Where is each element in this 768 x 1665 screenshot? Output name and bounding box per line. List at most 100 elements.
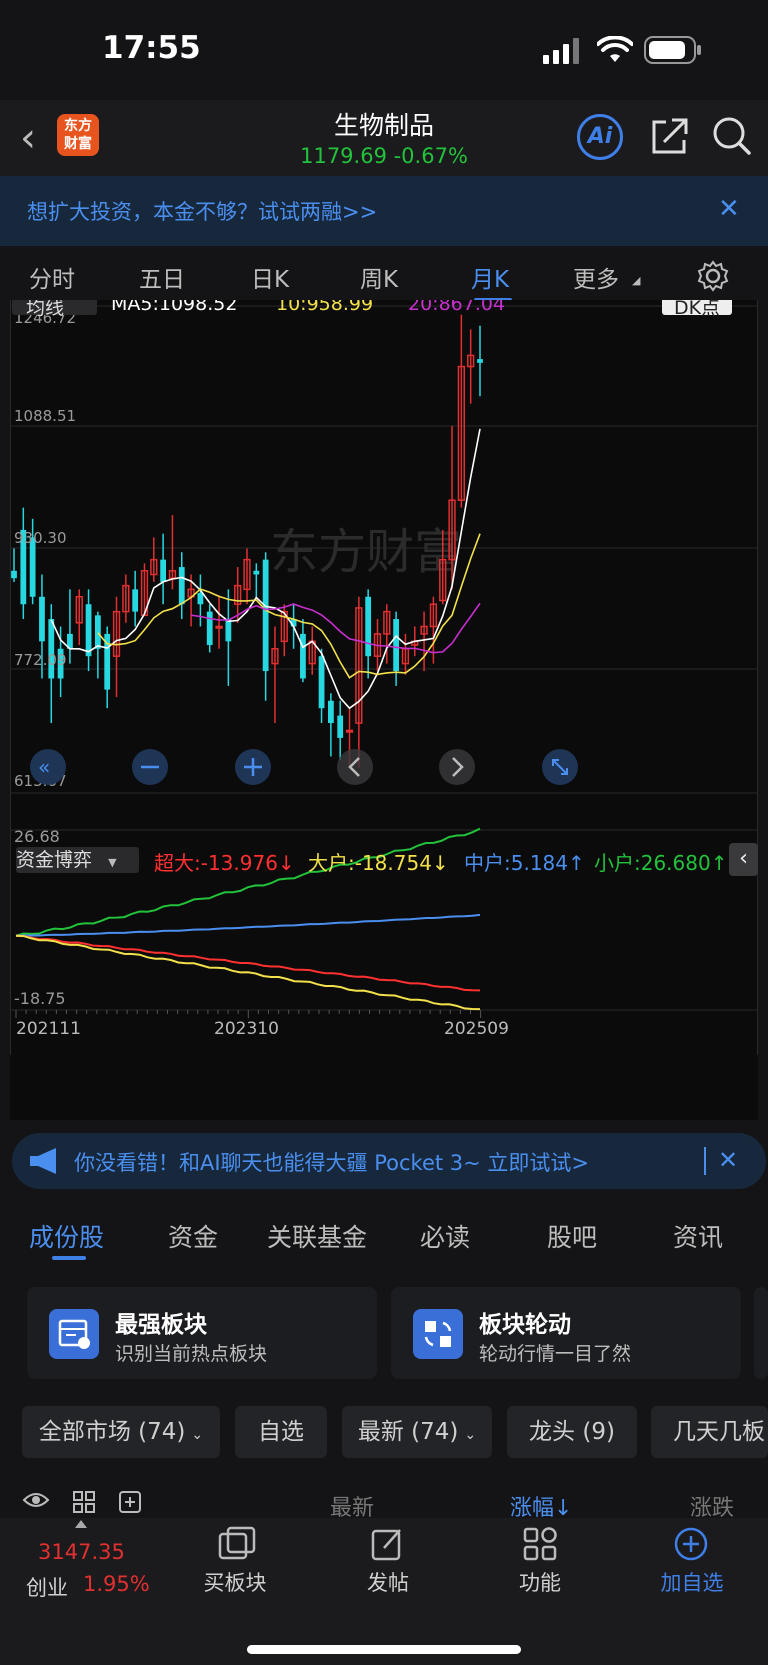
card-strongest-sector[interactable]: 最强板块 识别当前热点板块 [27,1287,377,1379]
ai-button[interactable]: Ai [577,114,623,160]
zoom-in-icon[interactable] [235,749,271,785]
share-icon[interactable] [650,116,690,156]
promo-divider [704,1147,706,1175]
ma-selector[interactable]: 均线 [12,300,97,319]
kline-chart-area[interactable]: 东方财富 1246.72 1088.51 930.30 772.09 613.8… [10,300,758,1120]
tab-related-funds[interactable]: 关联基金 [267,1218,367,1254]
chip-watchlist[interactable]: 自选 [235,1406,327,1458]
chevron-down-icon: ⌄ [464,1427,477,1443]
fund-dahu: 大户:-18.754↓ [308,851,449,875]
bottom-post[interactable]: 发帖 [362,1567,414,1597]
header: ‹ 东方 财富 生物制品 1179.69 -0.67% Ai [0,100,768,176]
ma20-value: 20:867.04 [408,300,506,315]
status-bar: 17:55 [0,0,768,100]
x-tick-3: 202509 [444,1019,509,1039]
more-caret-icon: ◢ [632,274,641,287]
candle-body [48,619,55,679]
fund-indicator-selector[interactable]: 资金博弈 ▼ [16,847,139,873]
candle-body [345,729,354,733]
candle-body [300,633,306,679]
chaoda-line [15,934,481,992]
tab-guba[interactable]: 股吧 [547,1218,597,1254]
step-left-icon[interactable] [337,749,373,785]
tab-news[interactable]: 资讯 [673,1218,723,1254]
tab-weekly[interactable]: 周K [360,260,398,294]
battery-icon [644,36,701,64]
y-tick-2: 1088.51 [14,407,76,425]
card-partial[interactable] [754,1287,768,1379]
card-sector-rotation[interactable]: 板块轮动 轮动行情一目了然 [391,1287,741,1379]
chip-latest[interactable]: 最新 (74) ⌄ [342,1406,492,1458]
eye-icon[interactable] [22,1490,50,1510]
index-value[interactable]: 3147.35 [38,1540,125,1564]
margin-trading-banner[interactable]: 想扩大投资，本金不够？试试两融>> ✕ [0,176,768,246]
add-watchlist-icon[interactable] [673,1526,709,1562]
scroll-left-icon[interactable]: « [30,749,66,785]
candle-body [178,567,185,605]
expand-caret-icon[interactable] [75,1520,87,1528]
tab-constituents[interactable]: 成份股 [29,1218,104,1254]
bottom-buy-sector[interactable]: 买板块 [198,1567,272,1597]
tab-more[interactable]: 更多 [573,260,619,294]
grid-icon[interactable] [72,1490,96,1514]
y-tick-4: 772.09 [14,651,67,669]
card-subtitle: 轮动行情一目了然 [479,1343,632,1365]
candle-body [215,625,223,629]
add-box-icon[interactable] [118,1490,142,1514]
chip-all-markets[interactable]: 全部市场 (74) ⌄ [22,1406,220,1458]
close-icon[interactable]: ✕ [718,194,740,224]
fund-y-min: -18.75 [14,989,66,1008]
ma-legend: 均线 MA5:1098.52 10:958.99 20:867.04 DK点 [12,300,732,320]
promo-banner[interactable]: 你没看错！和AI聊天也能得大疆 Pocket 3~ 立即试试> ✕ [12,1133,766,1189]
tab-must-read[interactable]: 必读 [420,1218,470,1254]
zoom-out-icon[interactable] [132,749,168,785]
home-indicator [247,1645,521,1654]
zhonghu-line [15,913,481,937]
chip-limit-up-days[interactable]: 几天几板 [651,1406,768,1458]
candle-body [262,559,269,672]
dk-badge[interactable]: DK点 [662,300,732,319]
candle-body [477,359,483,363]
tab-monthly[interactable]: 月K [471,260,509,294]
card-title: 最强板块 [115,1312,207,1338]
candle-body [197,593,204,605]
fullscreen-icon[interactable] [542,749,578,785]
functions-grid-icon[interactable] [522,1526,558,1562]
fund-zhonghu: 中户:5.184↑ [464,851,585,875]
tab-fenshi[interactable]: 分时 [29,260,75,294]
fund-chaoda: 超大:-13.976↓ [154,851,295,875]
dropdown-caret-icon: ▼ [108,856,117,869]
candle-body [337,715,344,738]
tab-daily[interactable]: 日K [251,260,289,294]
banner-text[interactable]: 想扩大投资，本金不够？试试两融>> [27,196,377,226]
x-tick-2: 202310 [214,1019,279,1039]
section-tab-underline [52,1256,86,1260]
signal-icon [543,38,579,64]
candle-body [160,559,167,582]
bottom-functions[interactable]: 功能 [514,1567,566,1597]
search-icon[interactable] [712,116,752,156]
post-edit-icon[interactable] [370,1526,406,1562]
candle-body [206,611,213,646]
promo-text[interactable]: 你没看错！和AI聊天也能得大疆 Pocket 3~ 立即试试> [74,1147,589,1177]
candle-body [318,656,325,709]
sector-chart-icon [49,1309,99,1359]
collapse-chevron-icon[interactable]: ‹ [729,843,758,876]
chip-label: 全部市场 (74) [38,1419,186,1445]
ma5-value: MA5:1098.52 [111,300,238,315]
step-right-icon[interactable] [439,749,475,785]
candle-body [365,596,372,657]
index-change[interactable]: 1.95% [83,1572,150,1596]
ma10-value: 10:958.99 [276,300,374,315]
settings-gear-icon[interactable] [697,260,729,292]
kline-svg[interactable]: 东方财富 1246.72 1088.51 930.30 772.09 613.8… [10,300,758,1120]
tab-wuri[interactable]: 五日 [139,260,185,294]
bottom-add-watchlist[interactable]: 加自选 [656,1567,728,1597]
chip-leaders[interactable]: 龙头 (9) [507,1406,637,1458]
y-tick-3: 930.30 [14,529,67,547]
index-name[interactable]: 创业 [26,1572,68,1602]
buy-sector-icon[interactable] [216,1526,258,1562]
tab-funds[interactable]: 资金 [168,1218,218,1254]
close-icon[interactable]: ✕ [718,1146,738,1174]
fund-xiaohu: 小户:26.680↑ [594,851,728,875]
